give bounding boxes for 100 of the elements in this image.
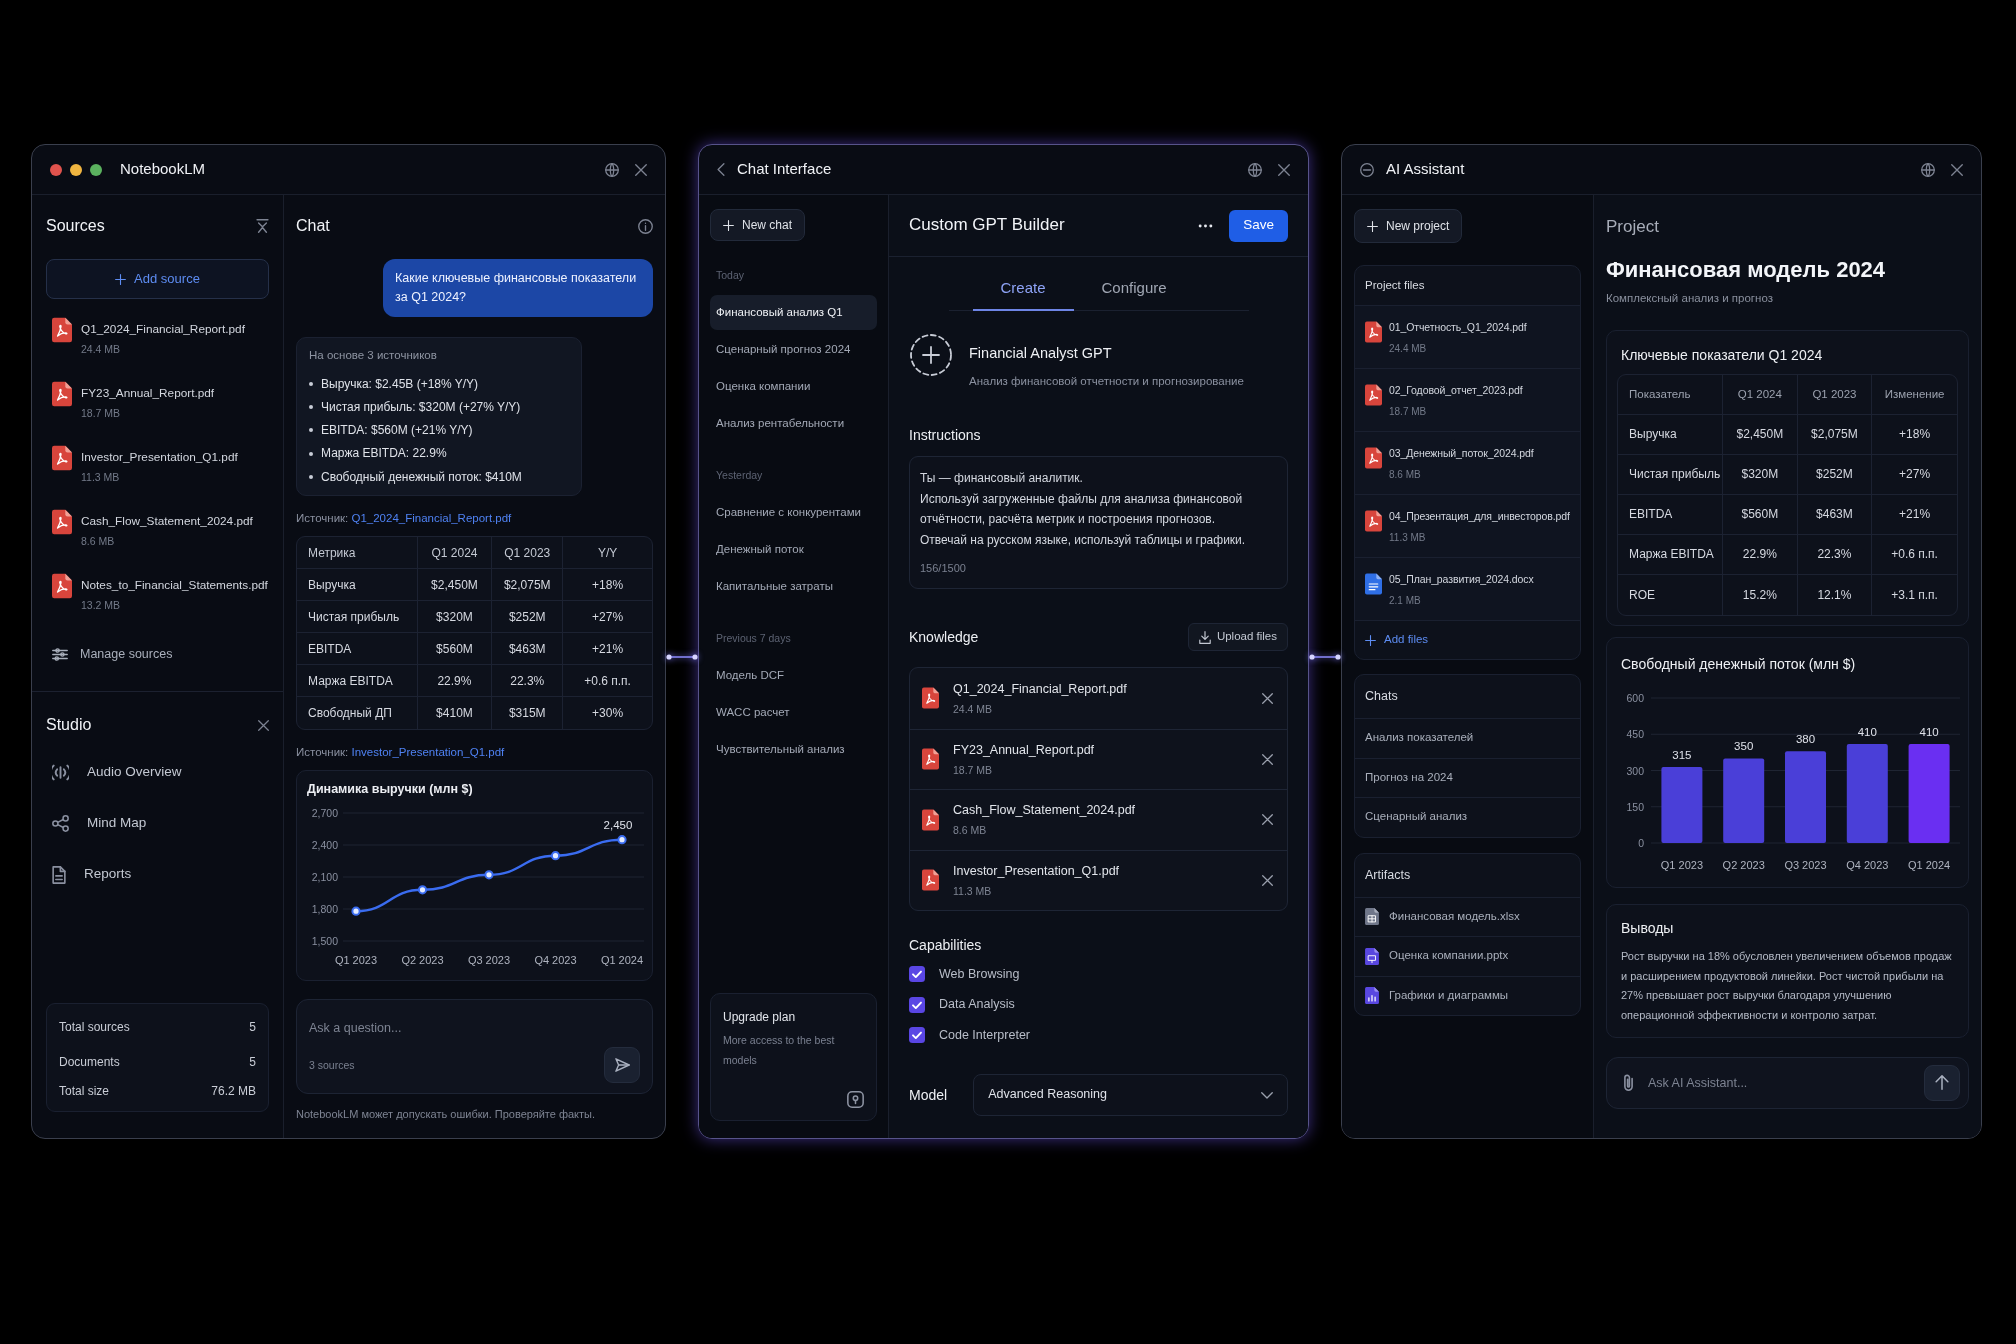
window-control-icon[interactable] (70, 163, 82, 176)
checkbox[interactable] (909, 966, 925, 983)
axis-tick-label: 2,700 (311, 807, 338, 820)
pdf-file-icon (922, 808, 939, 831)
file-name: FY23_Annual_Report.pdf (953, 741, 1095, 758)
chat-item[interactable]: Денежный поток (710, 532, 877, 567)
table-cell: $2,075M (1797, 415, 1873, 455)
chat-item[interactable]: Чувствительный анализ (710, 732, 877, 767)
table-cell: Чистая прибыль (1618, 455, 1724, 495)
chat-item[interactable]: Прогноз на 2024 (1355, 757, 1580, 797)
file-name: FY23_Annual_Report.pdf (81, 385, 215, 401)
conclusions-text: Рост выручки на 18% обусловлен увеличением объемов продаж и расширением продуктовой линейки. Рост чистой прибыли на 27% превышает рост выручки благодаря улучшению операционной эффективности и контролю затрат. (1621, 949, 1953, 1024)
close-icon[interactable] (1951, 163, 1963, 176)
close-icon[interactable] (1262, 874, 1273, 886)
composer-panel[interactable]: Ask AI Assistant... (1606, 1056, 1969, 1109)
save-button[interactable]: Save (1229, 209, 1288, 242)
builder-title: Custom GPT Builder (909, 214, 1065, 237)
tray-arrow-icon (1198, 630, 1211, 644)
arrow-up-icon (1935, 1075, 1949, 1091)
chat-item[interactable]: Анализ рентабельности (710, 406, 877, 441)
chat-item[interactable]: Анализ показателей (1355, 718, 1580, 758)
table-cell: $320M (1723, 455, 1798, 495)
file-size: 24.4 MB (1389, 342, 1428, 356)
upgrade-title: Upgrade plan (723, 1009, 797, 1026)
close-icon[interactable] (258, 719, 269, 731)
send-button[interactable] (604, 1047, 640, 1084)
new-chat-button[interactable]: New chat (710, 209, 806, 241)
file-name: 02_Годовой_отчет_2023.pdf (1389, 383, 1523, 397)
table-cell: +27% (1872, 455, 1957, 495)
more-icon[interactable] (1198, 223, 1214, 228)
pin-icon[interactable] (847, 1091, 864, 1108)
model-select[interactable]: Advanced Reasoning (973, 1073, 1288, 1116)
close-icon[interactable] (1262, 753, 1273, 765)
tab[interactable]: Create (972, 267, 1074, 311)
chat-item[interactable]: Сценарный анализ (1355, 797, 1580, 837)
close-icon[interactable] (1278, 163, 1290, 176)
table-cell: $252M (492, 601, 564, 634)
table-cell: ROE (1618, 575, 1724, 615)
chat-item[interactable]: Сценарный прогноз 2024 (710, 332, 877, 367)
chat-item[interactable]: Капитальные затраты (710, 569, 877, 604)
pdf-file-icon (52, 317, 72, 343)
chat-item[interactable]: Сравнение с конкурентами (710, 495, 877, 530)
gpt-name: Financial Analyst GPT (969, 344, 1113, 363)
studio-item[interactable]: Audio Overview (52, 747, 182, 798)
artifact-name[interactable]: Оценка компании.pptx (1389, 948, 1509, 964)
bullet-icon (309, 381, 313, 386)
table-cell: Маржа EBITDA (1618, 535, 1724, 575)
file-size: 24.4 MB (81, 342, 122, 356)
send-button[interactable] (1924, 1064, 1960, 1101)
add-files-button[interactable]: Add files (1355, 620, 1580, 659)
chart-file-icon (1365, 987, 1379, 1005)
message-field[interactable]: Ask AI Assistant... (1648, 1071, 1910, 1094)
close-icon[interactable] (635, 163, 647, 176)
add-source-button[interactable]: Add source (46, 259, 269, 299)
globe-icon[interactable] (605, 162, 619, 177)
dashed-plus-icon[interactable] (909, 333, 953, 377)
chat-item[interactable]: Оценка компании (710, 369, 877, 404)
tab[interactable]: Configure (1073, 267, 1195, 311)
column-header: Q1 2024 (417, 537, 493, 570)
studio-item[interactable]: Reports (52, 849, 132, 900)
bullet-text: Чистая прибыль: $320M (+27% Y/Y) (321, 398, 521, 416)
upgrade-text: More access to the best models (723, 1033, 836, 1068)
axis-category-label: Q3 2023 (467, 954, 511, 967)
panel-title: Chat (296, 216, 330, 236)
window-control-icon[interactable] (90, 163, 102, 176)
section-label: Instructions (909, 426, 982, 445)
info-icon[interactable] (638, 218, 653, 234)
table-cell-text: +3.1 п.п. (1890, 586, 1939, 604)
window-control-icon[interactable] (50, 163, 62, 176)
artifact-name[interactable]: Финансовая модель.xlsx (1389, 909, 1520, 925)
composer-panel[interactable]: Ask a question... 3 sources (296, 999, 653, 1095)
chat-item[interactable]: Модель DCF (710, 658, 877, 693)
close-icon[interactable] (1262, 692, 1273, 704)
bullet-text: Выручка: $2.45B (+18% Y/Y) (321, 375, 479, 392)
new-project-button[interactable]: New project (1354, 209, 1463, 243)
table-cell: 12.1% (1797, 575, 1873, 615)
sliders-icon (52, 647, 68, 661)
artifact-name[interactable]: Графики и диаграммы (1389, 988, 1509, 1004)
checkbox[interactable] (909, 996, 925, 1013)
file-size: 11.3 MB (1389, 531, 1427, 545)
back-icon[interactable] (717, 163, 725, 176)
source-link[interactable]: Q1_2024_Financial_Report.pdf (351, 512, 512, 525)
globe-icon[interactable] (1921, 162, 1935, 177)
bullet-icon (309, 451, 313, 456)
collapse-icon[interactable] (256, 219, 269, 233)
panel-title: Ключевые показатели Q1 2024 (1620, 346, 1824, 365)
chat-item[interactable]: Финансовый анализ Q1 (710, 295, 877, 330)
source-link[interactable]: Investor_Presentation_Q1.pdf (351, 746, 505, 759)
checkbox[interactable] (909, 1027, 925, 1044)
question-field[interactable]: Ask a question... (309, 1017, 640, 1040)
chat-item[interactable]: WACC расчет (710, 695, 877, 730)
studio-item[interactable]: Mind Map (52, 798, 147, 849)
close-icon[interactable] (1262, 814, 1273, 826)
instructions-field[interactable]: Ты — финансовый аналитик. Используй загруженные файлы для анализа финансовой отчётности, расчёта метрик и построения прогнозов. Отвечай на русском языке, используй таблицы и графики. 156/1500 (909, 456, 1288, 589)
globe-icon[interactable] (1248, 162, 1262, 177)
manage-sources-button[interactable]: Manage sources (52, 642, 173, 666)
upload-files-button[interactable]: Upload files (1187, 623, 1288, 651)
table-cell: +21% (563, 633, 652, 666)
file-size: 8.6 MB (81, 534, 116, 548)
file-size: 13.2 MB (81, 598, 122, 612)
